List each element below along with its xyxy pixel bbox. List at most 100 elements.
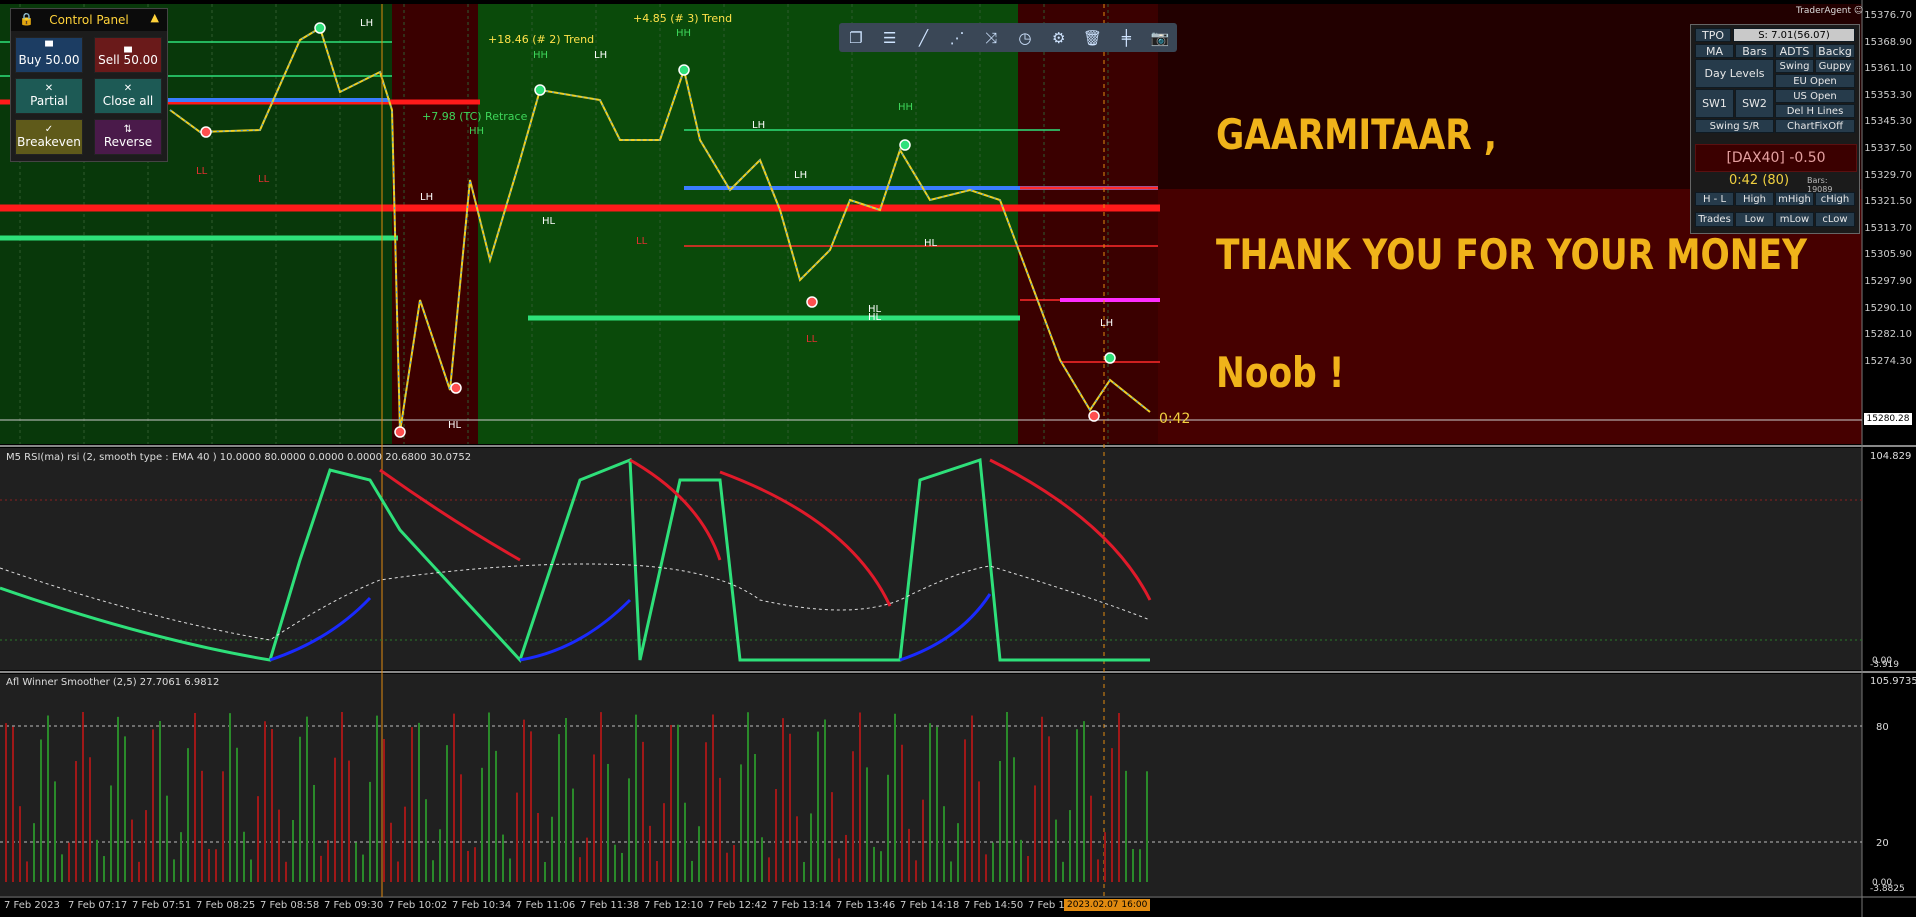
day-levels-button[interactable]: Day Levels [1695,59,1774,88]
lock-icon[interactable]: 🔒 [19,12,34,26]
price-tick: 15337.50 [1864,143,1912,154]
swing-label-ll: LL [258,174,270,185]
trades-button[interactable]: Trades [1695,212,1734,227]
sell-button[interactable]: ▄ Sell 50.00 [94,37,162,73]
trash-icon[interactable]: 🗑 [1080,27,1104,49]
time-tick: 7 Feb 11:06 [516,900,576,911]
zone-red-2 [1018,4,1158,444]
swing-button[interactable]: Swing [1775,59,1814,73]
reverse-button[interactable]: ⇅ Reverse [94,119,162,155]
time-tick: 7 Feb 11:38 [580,900,640,911]
time-tick: 7 Feb 07:17 [68,900,128,911]
shuffle-icon[interactable]: ⤨ [979,27,1003,49]
tpo-button[interactable]: TPO [1695,28,1731,42]
s-value: S: 7.01(56.07) [1733,28,1855,42]
swing-label-hl: HL [542,216,556,227]
bar-countdown: 0:42 [1159,411,1191,427]
time-tick: 7 Feb 12:42 [708,900,768,911]
chartfixoff-button[interactable]: ChartFixOff [1775,119,1855,133]
buy-button[interactable]: ▀ Buy 50.00 [15,37,83,73]
swing-label-hl: HL [924,238,938,249]
afl-level-80: 80 [1876,722,1889,733]
time-tick: 7 Feb 10:02 [388,900,448,911]
mhigh-button[interactable]: mHigh [1775,192,1814,206]
breakeven-button-label: Breakeven [17,135,81,149]
overlay-line-1: GAARMITAAR , [1216,110,1497,159]
swing-marker [200,126,212,138]
bars-button[interactable]: Bars [1735,44,1774,58]
checkmark-icon: ✓ [44,124,54,135]
swing-marker [1104,352,1116,364]
sw2-button[interactable]: SW2 [1735,89,1774,118]
control-panel-title: Control Panel [49,13,129,27]
swing-sr-button[interactable]: Swing S/R [1695,119,1774,133]
price-tick: 15345.30 [1864,116,1912,128]
swing-label-hh: HH [469,126,485,137]
control-panel-header[interactable]: 🔒 Control Panel ▲ [11,9,167,31]
guppy-button[interactable]: Guppy [1815,59,1855,73]
close-all-button-label: Close all [102,94,154,108]
del-h-lines-button[interactable]: Del H Lines [1775,104,1855,118]
close-all-button[interactable]: ✕ Close all [94,78,162,114]
ma-button[interactable]: MA [1695,44,1734,58]
swing-marker [534,84,546,96]
us-open-button[interactable]: US Open [1775,89,1855,103]
rsi-pane-label: M5 RSI(ma) rsi (2, smooth type : EMA 40 … [6,452,472,463]
time-tick: 7 Feb 10:34 [452,900,512,911]
low-button[interactable]: Low [1735,212,1774,227]
swing-label-hl: HL [868,312,882,323]
price-tick: 15313.70 [1864,222,1912,234]
retrace-label: +7.98 (TC) Retrace [422,110,528,123]
swing-label-hh: HH [676,28,692,39]
bar-timer: 0:42 (80) [1729,173,1790,188]
symbol-change-box: [DAX40] -0.50 [1695,144,1857,172]
time-cursor-badge: 2023.02.07 16:00 [1064,899,1151,911]
settings-icon[interactable]: ⚙ [1047,27,1071,49]
chigh-button[interactable]: cHigh [1815,192,1855,206]
time-tick: 7 Feb 13:14 [772,900,832,911]
menu-icon[interactable]: ☰ [878,27,902,49]
mlow-button[interactable]: mLow [1775,212,1814,227]
x-icon: ✕ [44,83,54,94]
price-tick: 15297.90 [1864,276,1912,287]
arrow-up-icon: ▀ [45,42,53,53]
swing-marker [1088,410,1100,422]
separator-icon[interactable]: ╪ [1114,27,1138,49]
rsi-pane-bg [0,448,1862,670]
afl-level-20: 20 [1876,838,1889,849]
swing-marker [678,64,690,76]
trader-agent-label: TraderAgent ☺ [1796,6,1864,16]
swing-label-lh: LH [752,120,766,131]
dashed-line-icon[interactable]: ⋰ [945,27,969,49]
swing-marker [394,426,406,438]
line-icon[interactable]: ╱ [911,27,935,49]
partial-button[interactable]: ✕ Partial [15,78,83,114]
h-l-button[interactable]: H - L [1695,192,1734,206]
price-tick: 15305.90 [1864,249,1912,261]
time-tick: 7 Feb 07:51 [132,900,192,911]
backg-button[interactable]: Backg [1815,44,1855,58]
eu-open-button[interactable]: EU Open [1775,74,1855,88]
high-button[interactable]: High [1735,192,1774,206]
price-tick: 15282.10 [1864,329,1912,341]
time-tick: 7 Feb 14:50 [964,900,1024,911]
time-tick: 7 Feb 08:25 [196,900,256,911]
clow-button[interactable]: cLow [1815,212,1855,227]
current-price-badge: 15280.28 [1864,413,1912,425]
price-tick: 15290.10 [1864,302,1912,314]
clock-icon[interactable]: ◷ [1013,27,1037,49]
breakeven-button[interactable]: ✓ Breakeven [15,119,83,155]
afl-top-value: 105.9735 [1870,676,1916,687]
adts-button[interactable]: ADTS [1775,44,1814,58]
afl-bottom-value: -3.8825 [1870,884,1905,894]
sw1-button[interactable]: SW1 [1695,89,1734,118]
swing-label-ll: LL [196,166,208,177]
camera-icon[interactable]: 📷 [1148,27,1172,49]
overlay-line-3: Noob ! [1216,348,1345,397]
partial-button-label: Partial [30,94,68,108]
chevron-up-icon[interactable]: ▲ [151,11,159,24]
windows-icon[interactable]: ❐ [844,27,868,49]
time-tick: 7 Feb 13:46 [836,900,896,911]
swing-marker [314,22,326,34]
price-tick: 15368.90 [1864,36,1912,48]
